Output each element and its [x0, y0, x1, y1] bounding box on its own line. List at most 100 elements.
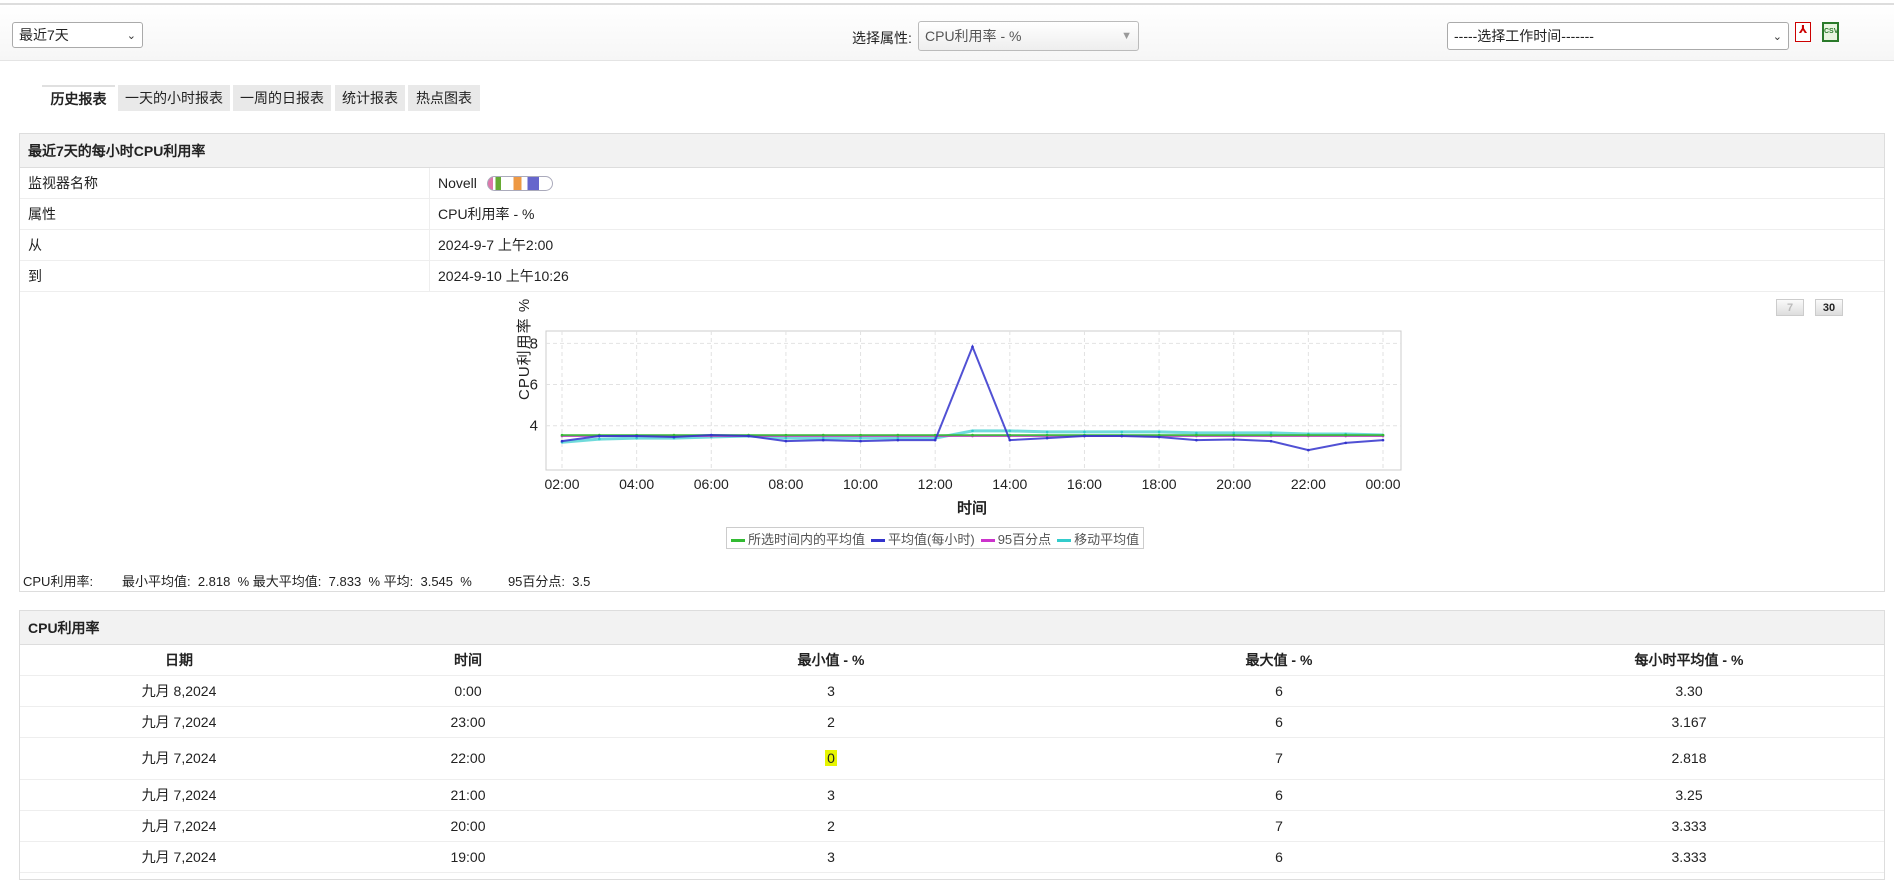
table-cell: 3.333 — [1494, 810, 1884, 842]
info-row: 从 2024-9-7 上午2:00 — [20, 230, 1884, 261]
x-tick-label: 18:00 — [1142, 476, 1177, 492]
table-cell: 九月 7,2024 — [20, 810, 338, 842]
table-cell: 20:00 — [338, 810, 598, 842]
info-key: 到 — [20, 261, 430, 291]
x-tick-label: 06:00 — [694, 476, 729, 492]
x-tick-label: 08:00 — [768, 476, 803, 492]
data-point — [1008, 429, 1012, 433]
cell-value: 2.818 — [1671, 750, 1707, 766]
info-row: 属性 CPU利用率 - % — [20, 199, 1884, 230]
table-row: 九月 7,2024 22:00 0 7 2.818 — [20, 737, 1884, 780]
data-point — [1232, 433, 1236, 437]
range-30-button[interactable]: 30 — [1815, 299, 1843, 316]
table-cell: 22:00 — [338, 737, 598, 780]
legend-item-moving-average[interactable]: 移动平均值 — [1057, 529, 1139, 548]
col-hourly-avg[interactable]: 每小时平均值 - % — [1494, 645, 1884, 676]
monitor-chart-icons[interactable] — [486, 175, 553, 191]
data-point — [896, 438, 900, 442]
cell-value: 九月 7,2024 — [141, 848, 217, 865]
cell-value: 7 — [1275, 750, 1283, 766]
cell-value: 6 — [1275, 713, 1283, 730]
table-cell: 6 — [1064, 675, 1494, 707]
data-point — [1344, 441, 1347, 445]
data-point — [598, 437, 601, 441]
data-point — [933, 438, 937, 442]
col-min[interactable]: 最小值 - % — [598, 645, 1064, 676]
data-point — [747, 434, 750, 438]
csv-export-icon[interactable]: CSV — [1822, 22, 1839, 42]
col-date[interactable]: 日期 — [20, 645, 338, 676]
data-point — [971, 433, 974, 437]
attribute-select[interactable]: CPU利用率 - % ▼ — [918, 21, 1139, 51]
table-cell: 九月 8,2024 — [20, 675, 338, 707]
y-axis-label: CPU利用率 % — [516, 297, 533, 400]
cell-value: 6 — [1275, 848, 1283, 865]
data-point — [1195, 433, 1198, 437]
data-point — [1269, 433, 1273, 437]
table-cell: 九月 7,2024 — [20, 737, 338, 780]
tab-statistics-report[interactable]: 统计报表 — [335, 85, 405, 111]
info-value: 2024-9-7 上午2:00 — [438, 237, 554, 253]
x-tick-label: 16:00 — [1067, 476, 1102, 492]
data-point — [560, 439, 564, 443]
attribute-label: 选择属性: — [852, 30, 912, 46]
table-cell: 九月 7,2024 — [20, 706, 338, 738]
cell-value: 19:00 — [450, 848, 486, 865]
cell-value: 3 — [827, 786, 835, 803]
col-time[interactable]: 时间 — [338, 645, 598, 676]
info-row: 监视器名称 Novell — [20, 168, 1884, 199]
cell-value: 22:00 — [450, 750, 486, 766]
cell-value: 九月 7,2024 — [141, 750, 217, 766]
tab-history-report[interactable]: 历史报表 — [42, 85, 115, 111]
cell-value: 3.167 — [1671, 713, 1707, 730]
monitor-name[interactable]: Novell — [438, 175, 477, 191]
tab-heatmap[interactable]: 热点图表 — [408, 85, 480, 111]
table-cell: 23:00 — [338, 706, 598, 738]
cell-value: 0 — [825, 750, 837, 766]
cell-value: 3.333 — [1671, 848, 1707, 865]
data-point — [1120, 434, 1124, 438]
cell-value: 7 — [1275, 817, 1283, 834]
worktime-select[interactable]: -----选择工作时间------- ⌄ — [1447, 22, 1789, 50]
cell-value: 0:00 — [454, 682, 482, 699]
x-tick-label: 10:00 — [843, 476, 878, 492]
data-point — [1045, 433, 1049, 437]
data-point — [1307, 433, 1310, 437]
legend-item-hourly-average[interactable]: 平均值(每小时) — [871, 529, 975, 548]
cell-value: 九月 8,2024 — [141, 682, 217, 699]
worktime-value: -----选择工作时间------- — [1454, 28, 1594, 44]
range-7-button[interactable]: 7 — [1776, 299, 1804, 316]
data-point — [971, 345, 974, 349]
table-cell: 2 — [598, 706, 1064, 738]
x-tick-label: 22:00 — [1291, 476, 1326, 492]
legend-item-95-percentile[interactable]: 95百分点 — [980, 529, 1051, 548]
cell-value: 2 — [827, 713, 835, 730]
period-select[interactable]: 最近7天 ⌄ — [12, 22, 143, 48]
cpu-data-table: 日期 时间 最小值 - % 最大值 - % 每小时平均值 - % 九月 8,2024 0:… — [20, 645, 1884, 873]
x-tick-label: 00:00 — [1365, 476, 1400, 492]
info-key: 监视器名称 — [20, 168, 430, 198]
table-row: 九月 7,2024 20:00 2 7 3.333 — [20, 810, 1884, 842]
x-tick-label: 20:00 — [1216, 476, 1251, 492]
data-point — [821, 438, 825, 442]
table-row: 九月 8,2024 0:00 3 6 3.30 — [20, 675, 1884, 707]
table-cell: 19:00 — [338, 841, 598, 873]
data-point — [859, 433, 862, 437]
cell-value: 3 — [827, 682, 835, 699]
table-cell: 3.167 — [1494, 706, 1884, 738]
attribute-value: CPU利用率 - % — [925, 28, 1022, 44]
table-cell: 3.25 — [1494, 779, 1884, 811]
cell-value: 3.30 — [1675, 682, 1703, 699]
info-row: 到 2024-9-10 上午10:26 — [20, 261, 1884, 292]
pdf-export-icon[interactable]: ⅄ — [1795, 22, 1811, 42]
table-cell: 6 — [1064, 706, 1494, 738]
legend-item-period-average[interactable]: 所选时间内的平均值 — [731, 529, 865, 548]
tab-weekly-report[interactable]: 一周的日报表 — [233, 85, 331, 111]
tab-hourly-report[interactable]: 一天的小时报表 — [118, 85, 230, 111]
panel-title: 最近7天的每小时CPU利用率 — [20, 134, 1884, 168]
table-cell: 7 — [1064, 737, 1494, 780]
table-cell: 3 — [598, 841, 1064, 873]
table-cell: 6 — [1064, 841, 1494, 873]
x-axis-label: 时间 — [957, 500, 988, 517]
col-max[interactable]: 最大值 - % — [1064, 645, 1494, 676]
